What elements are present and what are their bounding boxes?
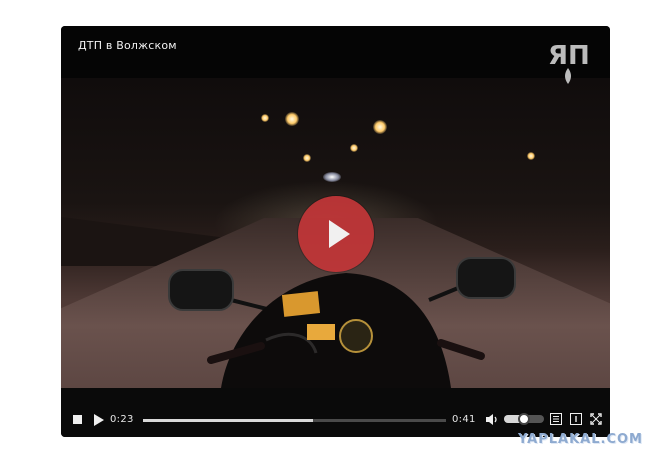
duration-time: 0:41 (452, 414, 476, 425)
list-icon[interactable] (550, 413, 562, 425)
site-watermark: YAPLAKAL.COM (518, 432, 643, 447)
volume-slider[interactable] (504, 413, 544, 425)
yap-logo-watermark: ЯП (548, 41, 590, 84)
play-button[interactable] (94, 414, 104, 426)
player-controls-bar: 0:23 0:41 (61, 388, 610, 437)
yap-logo-text: ЯП (548, 41, 590, 71)
stop-button[interactable] (73, 415, 82, 424)
seek-bar[interactable] (143, 419, 446, 422)
fullscreen-icon[interactable] (590, 413, 602, 425)
video-title-bar: ДТП в Волжском (61, 26, 610, 78)
speaker-icon[interactable] (485, 413, 499, 426)
big-play-button[interactable] (298, 196, 374, 272)
current-time: 0:23 (110, 414, 134, 425)
seek-bar-progress (143, 419, 313, 422)
volume-knob[interactable] (518, 413, 530, 425)
video-frame[interactable] (61, 78, 610, 388)
video-title: ДТП в Волжском (78, 39, 177, 52)
info-icon[interactable] (570, 413, 582, 425)
video-player: ДТП в Волжском 0:23 0:41 ЯП (61, 26, 610, 437)
